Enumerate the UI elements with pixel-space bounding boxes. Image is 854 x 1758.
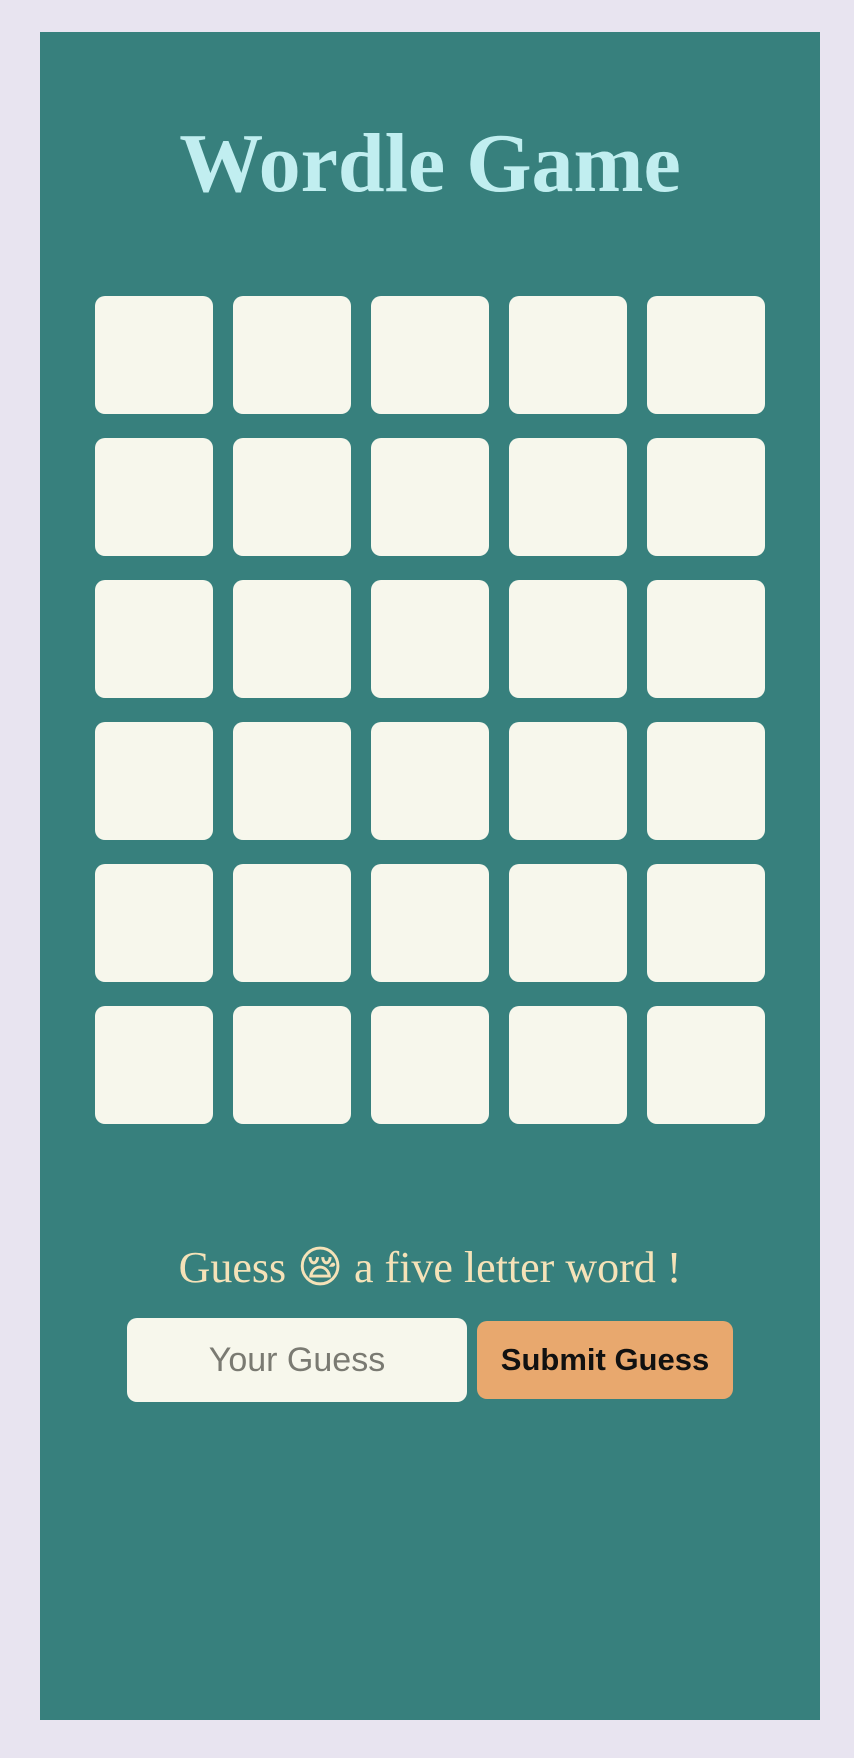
grid-tile: [95, 296, 213, 414]
grid-tile: [233, 1006, 351, 1124]
grid-tile: [233, 722, 351, 840]
grid-tile: [509, 1006, 627, 1124]
guess-prompt: Guess 😪 a five letter word !: [40, 1238, 820, 1298]
grid-tile: [371, 864, 489, 982]
grid-tile: [233, 438, 351, 556]
grid-tile: [371, 438, 489, 556]
grid-tile: [509, 722, 627, 840]
grid-tile: [95, 864, 213, 982]
grid-tile: [371, 580, 489, 698]
grid-tile: [647, 722, 765, 840]
page-title: Wordle Game: [179, 117, 681, 210]
letter-grid: [95, 296, 765, 1124]
grid-tile: [233, 580, 351, 698]
grid-tile: [371, 1006, 489, 1124]
grid-tile: [647, 296, 765, 414]
grid-tile: [95, 1006, 213, 1124]
grid-tile: [647, 438, 765, 556]
grid-tile: [95, 722, 213, 840]
grid-tile: [233, 296, 351, 414]
grid-tile: [95, 580, 213, 698]
prompt-text-start: Guess: [178, 1243, 298, 1292]
grid-tile: [509, 296, 627, 414]
grid-tile: [647, 864, 765, 982]
grid-tile: [95, 438, 213, 556]
sleepy-face-icon: 😪: [297, 1242, 344, 1293]
grid-tile: [647, 580, 765, 698]
prompt-text-end: a five letter word !: [343, 1243, 682, 1292]
guess-input[interactable]: [127, 1318, 467, 1402]
grid-tile: [371, 296, 489, 414]
grid-tile: [647, 1006, 765, 1124]
grid-tile: [509, 438, 627, 556]
grid-tile: [509, 864, 627, 982]
game-panel: Wordle Game Guess 😪 a five letter word !…: [40, 32, 820, 1720]
submit-guess-button[interactable]: Submit Guess: [477, 1321, 733, 1399]
grid-tile: [509, 580, 627, 698]
grid-tile: [371, 722, 489, 840]
grid-tile: [233, 864, 351, 982]
